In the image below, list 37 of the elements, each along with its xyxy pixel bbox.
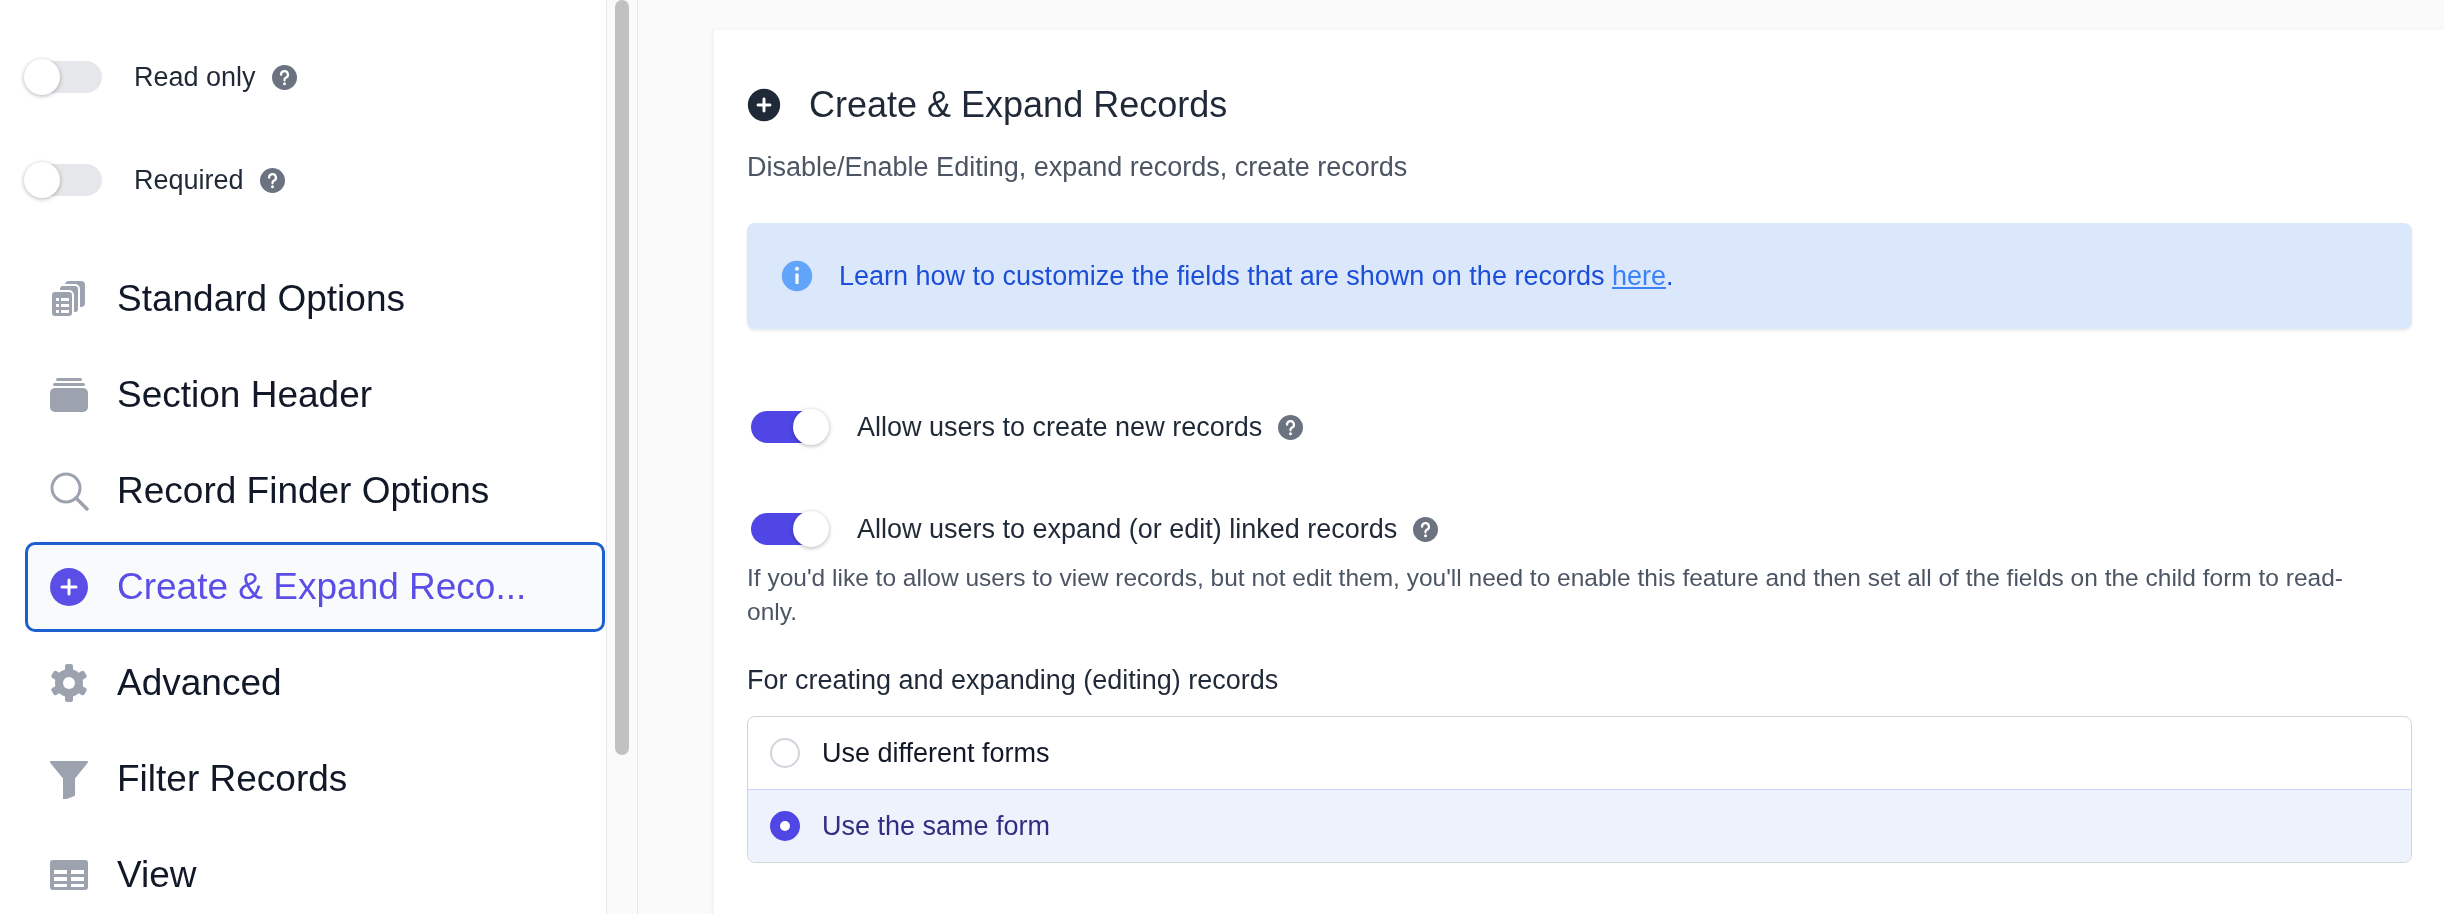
radio-group-label: For creating and expanding (editing) records [747,665,1280,696]
radio-button[interactable] [770,811,800,841]
toggle-label: Allow users to expand (or edit) linked records [857,513,1398,545]
radio-option[interactable]: Use different forms [748,717,2411,789]
gear-icon [49,663,89,703]
toggle-label: Allow users to create new records [857,411,1263,443]
toggle-label: Required [134,164,244,196]
toggle-switch[interactable] [751,411,827,443]
sidebar-item[interactable]: View [25,830,605,914]
funnel-icon [49,759,89,799]
help-text: If you'd like to allow users to view records, but not edit them, you'll need to enable this feature and then set all of the fields on the child form to read-only. [747,563,2344,627]
search-icon [49,471,89,511]
help-icon[interactable] [271,64,297,90]
section-title: Create & Expand Records [809,84,1228,126]
sidebar-item[interactable]: Advanced [25,638,605,728]
stack-icon [49,375,89,415]
toggle-switch[interactable] [26,61,102,93]
toggle-switch[interactable] [751,513,827,545]
sidebar-item[interactable]: Create & Expand Reco... [25,542,605,632]
sidebar-item[interactable]: Record Finder Options [25,446,605,536]
radio-option[interactable]: Use the same form [748,789,2411,862]
radio-label: Use the same form [822,810,1051,842]
sidebar-item[interactable]: Filter Records [25,734,605,824]
radio-label: Use different forms [822,737,1050,769]
info-icon [781,260,813,292]
sidebar-item[interactable]: Standard Options [25,254,605,344]
plus-circle-icon [747,88,781,122]
section-subtitle: Disable/Enable Editing, expand records, create records [747,152,1409,183]
help-icon[interactable] [1278,414,1304,440]
toggle-label: Read only [134,61,256,93]
help-icon[interactable] [259,167,285,193]
info-message: Learn how to customize the fields that are shown on the records here. [839,260,1674,292]
toggle-switch[interactable] [26,164,102,196]
plus-circle-icon [49,567,89,607]
help-icon[interactable] [1413,516,1439,542]
sidebar-item[interactable]: Section Header [25,350,605,440]
scrollbar-thumb[interactable] [615,0,629,755]
